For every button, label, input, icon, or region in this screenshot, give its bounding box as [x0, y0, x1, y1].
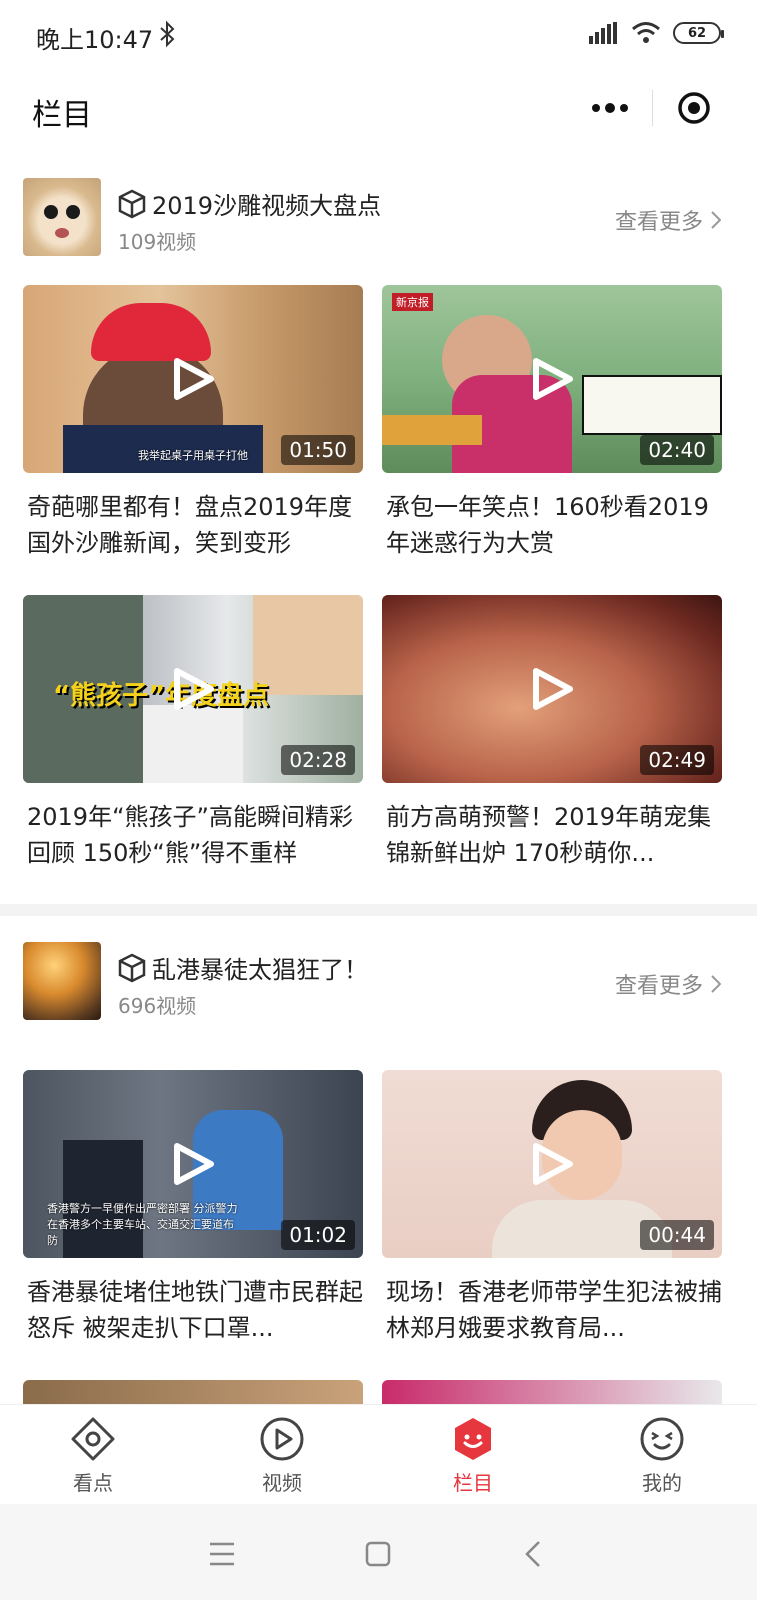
columns-icon [455, 1418, 491, 1460]
tab-kandian[interactable]: 看点 [38, 1415, 148, 1496]
wifi-icon [632, 22, 660, 43]
video-duration: 01:50 [281, 435, 355, 465]
tab-label: 栏目 [453, 1471, 493, 1495]
video-title[interactable]: 前方高萌预警！2019年萌宠集锦新鲜出炉 170秒萌你... [386, 799, 724, 871]
play-icon [533, 668, 573, 710]
subtitle-caption: 香港警方一早便作出严密部署 分派警力在香港多个主要车站、交通交汇要道布防 [47, 1202, 238, 1247]
view-more-button[interactable]: 查看更多 [615, 968, 721, 1000]
back-icon[interactable] [514, 1534, 554, 1574]
play-icon [174, 1143, 214, 1185]
video-title[interactable]: 2019年“熊孩子”高能瞬间精彩回顾 150秒“熊”得不重样 [27, 799, 365, 871]
video-duration: 01:02 [281, 1220, 355, 1250]
status-time: 晚上10:47 [36, 26, 154, 54]
cube-icon [118, 189, 146, 218]
title-bar: 栏目 [0, 66, 757, 152]
video-title[interactable]: 奇葩哪里都有！盘点2019年度国外沙雕新闻，笑到变形 [27, 489, 365, 561]
status-bar: 晚上10:47 62 [0, 0, 757, 66]
page-title: 栏目 [32, 98, 92, 133]
video-thumbnail[interactable]: 02:49 [382, 595, 722, 783]
video-thumbnail[interactable]: 我举起桌子用桌子打他 01:50 [23, 285, 363, 473]
view-more-label: 查看更多 [614, 974, 703, 999]
video-title[interactable]: 承包一年笑点！160秒看2019年迷惑行为大赏 [386, 489, 724, 561]
signal-icon [589, 22, 617, 44]
video-title[interactable]: 香港暴徒堵住地铁门遭市民群起怒斥 被架走扒下口罩... [27, 1274, 365, 1346]
section-count: 696视频 [118, 994, 197, 1018]
tab-video[interactable]: 视频 [227, 1415, 337, 1496]
video-thumbnail[interactable]: 00:44 [382, 1070, 722, 1258]
news-badge: 新京报 [392, 293, 433, 311]
home-square-icon[interactable] [358, 1534, 398, 1574]
more-button[interactable] [568, 76, 652, 140]
close-button[interactable] [653, 76, 737, 140]
play-icon [174, 358, 214, 400]
eye-icon [71, 1417, 115, 1461]
video-duration: 02:40 [640, 435, 714, 465]
view-more-label: 查看更多 [614, 210, 703, 235]
bluetooth-icon [160, 20, 175, 48]
section-thumbnail[interactable] [23, 942, 101, 1020]
target-close-icon [678, 92, 710, 124]
section-hongkong: 乱港暴徒太猖狂了！ 696视频 查看更多 香港警方一早便作出严密部署 分派警力在… [0, 916, 757, 1404]
video-thumbnail[interactable]: “熊孩子”年度盘点 02:28 [23, 595, 363, 783]
video-thumbnail-partial[interactable] [23, 1380, 363, 1404]
chevron-right-icon [711, 975, 721, 993]
cat-face-image [44, 205, 80, 238]
battery-indicator: 62 [673, 22, 724, 44]
system-nav-bar [0, 1504, 757, 1600]
cube-icon [118, 953, 146, 982]
view-more-button[interactable]: 查看更多 [615, 204, 721, 236]
tab-label: 看点 [73, 1471, 113, 1495]
section-divider [0, 904, 757, 916]
section-title: 2019沙雕视频大盘点 [152, 192, 382, 220]
play-icon [533, 1143, 573, 1185]
chevron-right-icon [711, 211, 721, 229]
play-icon [533, 358, 573, 400]
section-count: 109视频 [118, 230, 197, 254]
status-right: 62 [589, 18, 724, 48]
video-duration: 02:28 [281, 745, 355, 775]
video-duration: 02:49 [640, 745, 714, 775]
section-title-row[interactable]: 乱港暴徒太猖狂了！ [118, 950, 368, 985]
play-circle-icon [260, 1417, 304, 1461]
overlay-title: “熊孩子”年度盘点 [53, 681, 270, 711]
section-title: 乱港暴徒太猖狂了！ [152, 956, 368, 984]
section-sandiao: 2019沙雕视频大盘点 109视频 查看更多 我举起桌子用桌子打他 01:50 … [0, 152, 757, 904]
mini-program-capsule [568, 76, 736, 140]
video-title[interactable]: 现场！香港老师带学生犯法被捕 林郑月娥要求教育局... [386, 1274, 724, 1346]
section-thumbnail[interactable] [23, 178, 101, 256]
play-icon [174, 668, 214, 710]
tab-label: 视频 [262, 1471, 302, 1495]
video-thumbnail[interactable]: 新京报 02:40 [382, 285, 722, 473]
smile-icon [640, 1417, 684, 1461]
bottom-tab-bar: 看点 视频 栏目 我的 [0, 1404, 757, 1504]
tab-lanmu[interactable]: 栏目 [418, 1415, 528, 1496]
section-title-row[interactable]: 2019沙雕视频大盘点 [118, 186, 381, 221]
more-dots-icon [591, 103, 628, 113]
menu-icon[interactable] [202, 1534, 242, 1574]
video-duration: 00:44 [640, 1220, 714, 1250]
video-thumbnail-partial[interactable] [382, 1380, 722, 1404]
tab-mine[interactable]: 我的 [607, 1415, 717, 1496]
video-thumbnail[interactable]: 香港警方一早便作出严密部署 分派警力在香港多个主要车站、交通交汇要道布防 01:… [23, 1070, 363, 1258]
tab-label: 我的 [642, 1471, 682, 1495]
